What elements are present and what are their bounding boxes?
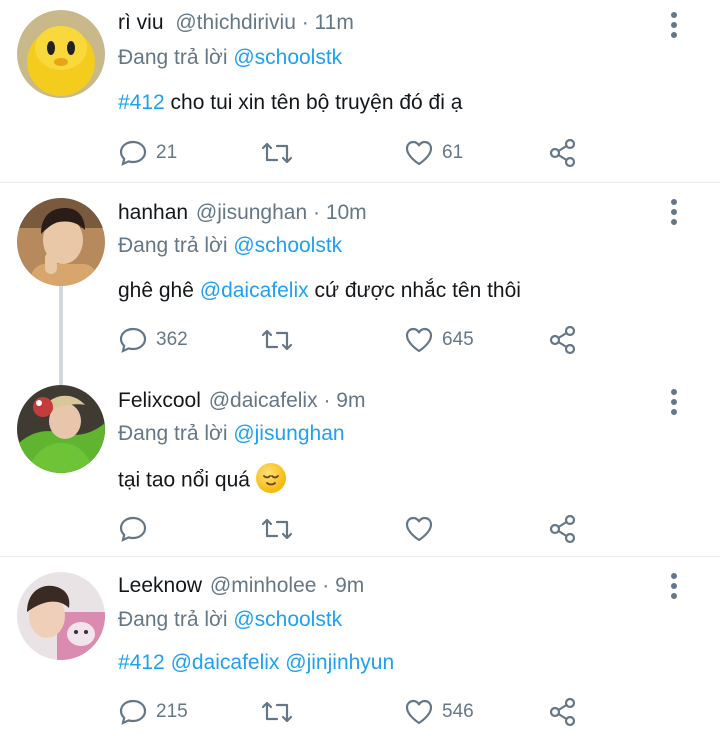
tweet-text: tại tao nổi quá: [118, 463, 286, 496]
like-icon: [405, 516, 433, 542]
mention-link[interactable]: @schoolstk: [233, 46, 342, 69]
more-icon[interactable]: [662, 11, 686, 39]
relieved-face-emoji: [255, 463, 286, 493]
like-count: 61: [442, 142, 464, 163]
retweet-icon: [261, 329, 293, 351]
share-button[interactable]: [548, 513, 578, 545]
reply-count: 215: [156, 701, 188, 722]
display-name[interactable]: Leeknow: [118, 574, 202, 597]
like-icon: [405, 327, 433, 353]
tweet-text: ghê ghê @daicafelix cứ được nhắc tên thô…: [118, 279, 521, 302]
tweet-1[interactable]: rì viu @thichdiriviu · 11m Đang trả lời …: [0, 0, 720, 182]
reply-count: 21: [156, 142, 178, 163]
tweet-4[interactable]: Leeknow @minholee · 9m Đang trả lời @sch…: [0, 557, 720, 736]
retweet-button[interactable]: [260, 513, 294, 545]
hashtag-link[interactable]: #412: [118, 91, 165, 114]
retweet-button[interactable]: [260, 696, 294, 728]
like-count: 645: [442, 329, 474, 350]
retweet-icon: [261, 518, 293, 540]
timestamp[interactable]: · 11m: [302, 11, 354, 34]
avatar[interactable]: [17, 385, 105, 473]
handle[interactable]: @jisunghan: [196, 201, 307, 224]
mention-link[interactable]: @daicafelix: [171, 651, 280, 674]
mention-link[interactable]: @jisunghan: [233, 422, 344, 445]
like-button[interactable]: 61: [404, 137, 463, 169]
avatar[interactable]: [17, 198, 105, 286]
share-icon: [549, 697, 576, 727]
reply-icon: [119, 516, 147, 542]
reply-context: Đang trả lời @schoolstk: [118, 608, 343, 631]
timestamp[interactable]: · 10m: [313, 201, 367, 224]
more-icon[interactable]: [662, 388, 686, 416]
tweet-header: rì viu @thichdiriviu · 11m: [118, 11, 354, 35]
mention-link[interactable]: @schoolstk: [233, 234, 342, 257]
reply-button[interactable]: 362: [118, 324, 188, 356]
more-icon[interactable]: [662, 572, 686, 600]
reply-button[interactable]: [118, 513, 148, 545]
reply-context: Đang trả lời @schoolstk: [118, 234, 343, 257]
reply-button[interactable]: 215: [118, 696, 188, 728]
share-icon: [549, 325, 576, 355]
reply-button[interactable]: 21: [118, 137, 177, 169]
tweet-text: #412 @daicafelix @jinjinhyun: [118, 651, 394, 675]
reply-icon: [119, 699, 147, 725]
tweet-header: hanhan @jisunghan · 10m: [118, 201, 367, 225]
tweet-header: Leeknow @minholee · 9m: [118, 574, 364, 598]
retweet-button[interactable]: [260, 324, 294, 356]
handle[interactable]: @daicafelix: [209, 389, 318, 412]
reply-count: 362: [156, 329, 188, 350]
display-name[interactable]: hanhan: [118, 201, 188, 224]
retweet-icon: [261, 701, 293, 723]
like-button[interactable]: 546: [404, 696, 474, 728]
like-icon: [405, 140, 433, 166]
more-icon[interactable]: [662, 198, 686, 226]
timestamp[interactable]: · 9m: [323, 389, 365, 412]
mention-link[interactable]: @daicafelix: [200, 279, 309, 302]
display-name[interactable]: Felixcool: [118, 389, 201, 412]
tweet-2[interactable]: hanhan @jisunghan · 10m Đang trả lời @sc…: [0, 183, 720, 375]
reply-context: Đang trả lời @schoolstk: [118, 46, 343, 69]
hashtag-link[interactable]: #412: [118, 651, 165, 674]
share-icon: [549, 138, 576, 168]
handle[interactable]: @thichdiriviu: [175, 11, 296, 34]
reply-context: Đang trả lời @jisunghan: [118, 422, 345, 445]
share-button[interactable]: [548, 324, 578, 356]
share-icon: [549, 514, 576, 544]
share-button[interactable]: [548, 137, 578, 169]
like-icon: [405, 699, 433, 725]
tweet-header: Felixcool @daicafelix · 9m: [118, 389, 365, 413]
reply-icon: [119, 140, 147, 166]
tweet-3[interactable]: Felixcool @daicafelix · 9m Đang trả lời …: [0, 375, 720, 556]
like-button[interactable]: [404, 513, 434, 545]
retweet-icon: [261, 142, 293, 164]
reply-icon: [119, 327, 147, 353]
handle[interactable]: @minholee: [210, 574, 317, 597]
retweet-button[interactable]: [260, 137, 294, 169]
avatar[interactable]: [17, 10, 105, 98]
like-button[interactable]: 645: [404, 324, 474, 356]
tweet-text: #412 cho tui xin tên bộ truyện đó đi ạ: [118, 91, 463, 114]
timestamp[interactable]: · 9m: [322, 574, 364, 597]
mention-link[interactable]: @jinjinhyun: [285, 651, 394, 674]
avatar[interactable]: [17, 572, 105, 660]
like-count: 546: [442, 701, 474, 722]
display-name[interactable]: rì viu: [118, 11, 164, 34]
mention-link[interactable]: @schoolstk: [233, 608, 342, 631]
share-button[interactable]: [548, 696, 578, 728]
